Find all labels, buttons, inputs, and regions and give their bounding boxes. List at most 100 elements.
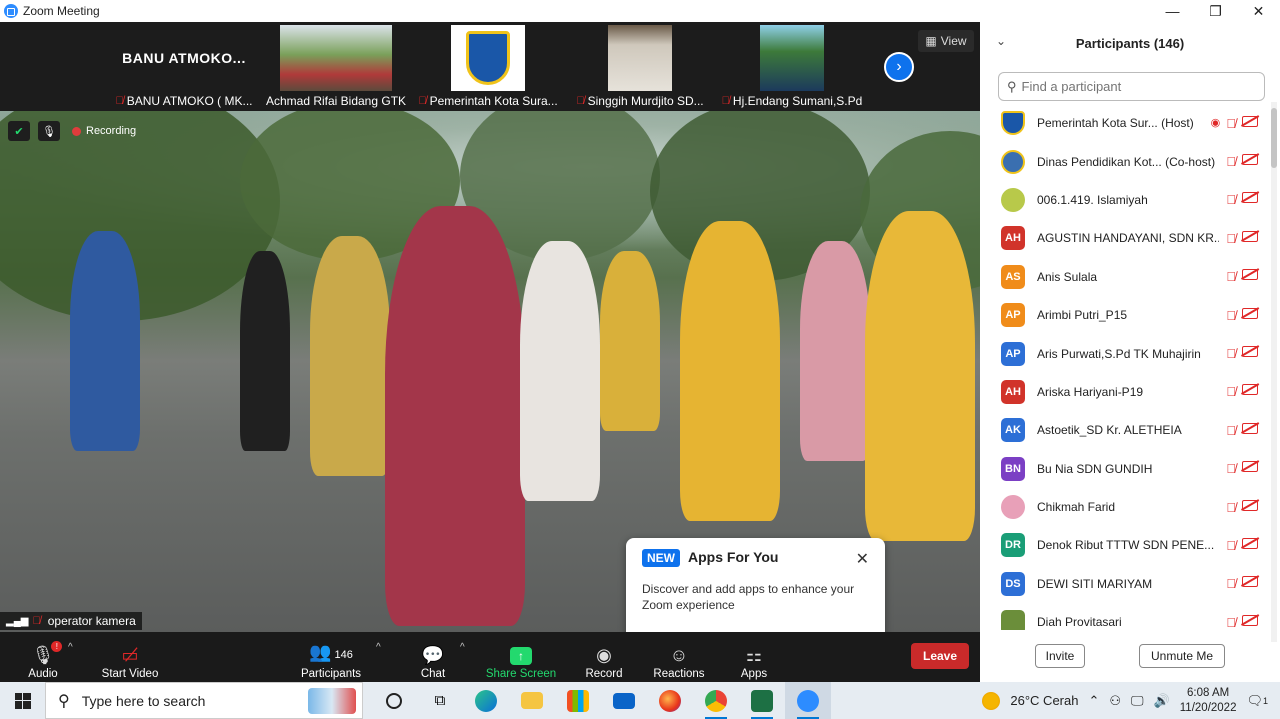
participant-name: Arimbi Putri_P15 <box>1037 308 1128 323</box>
participant-avatar: AH <box>1001 226 1025 251</box>
participants-button[interactable]: 👥 146 Participants <box>295 634 367 680</box>
audio-options-chevron-icon[interactable]: ^ <box>68 642 73 653</box>
participants-count: 146 <box>334 649 353 661</box>
edge-icon <box>475 689 497 712</box>
task-view-button[interactable]: ⧉ <box>417 682 463 719</box>
audio-button[interactable]: 🎙! Audio <box>7 634 79 680</box>
video-off-icon <box>1242 230 1258 242</box>
weather-text[interactable]: 26°C Cerah <box>1010 693 1078 708</box>
close-window-button[interactable]: ✕ <box>1237 0 1280 22</box>
video-off-icon <box>1242 461 1258 473</box>
participant-row[interactable]: BN Bu Nia SDN GUNDIH 🎙̸ <box>980 450 1270 488</box>
participant-name: Ariska Hariyani-P19 <box>1037 384 1144 399</box>
leave-button[interactable]: Leave <box>911 643 969 669</box>
video-off-icon: ▭̸ <box>121 645 139 665</box>
participant-row[interactable]: AK Astoetik_SD Kr. ALETHEIA 🎙̸ <box>980 411 1270 449</box>
taskbar-search[interactable]: ⚲ Type here to search <box>45 682 363 719</box>
share-screen-icon: ↑ <box>510 647 532 665</box>
video-stage: BANU ATMOKO... 🎙̸ BANU ATMOKO ( MK... Ach… <box>0 22 980 644</box>
chrome-app[interactable] <box>693 682 739 719</box>
chat-options-chevron-icon[interactable]: ^ <box>460 642 465 653</box>
close-popup-button[interactable]: ✕ <box>856 549 869 569</box>
participants-options-chevron-icon[interactable]: ^ <box>376 642 381 653</box>
participant-row[interactable]: AH AGUSTIN HANDAYANI, SDN KR... 🎙̸ <box>980 219 1270 257</box>
participant-row[interactable]: Dinas Pendidikan Kot... (Co-host) 🎙̸ <box>980 142 1270 180</box>
next-page-button[interactable]: › <box>884 52 914 82</box>
participants-icon: 👥 146 <box>309 642 353 662</box>
mic-muted-icon: 🎙̸ <box>721 95 730 107</box>
firefox-icon <box>659 689 681 712</box>
panel-title: Participants (146) <box>1075 35 1185 51</box>
tile-name: Singgih Murdjito SD... <box>587 94 704 108</box>
participant-name: Denok Ribut TTTW SDN PENE... <box>1037 538 1215 553</box>
participant-row[interactable]: AP Arimbi Putri_P15 🎙̸ <box>980 296 1270 334</box>
chat-button[interactable]: 💬 Chat <box>397 634 469 680</box>
start-video-button[interactable]: ▭̸ Start Video <box>94 634 166 680</box>
taskbar-clock[interactable]: 6:08 AM 11/20/2022 <box>1180 686 1237 716</box>
share-screen-button[interactable]: ↑ Share Screen <box>485 634 557 680</box>
video-tile[interactable]: Achmad Rifai Bidang GTK <box>262 24 410 110</box>
participant-name: AGUSTIN HANDAYANI, SDN KR... <box>1037 231 1219 246</box>
participant-row[interactable]: DR Denok Ribut TTTW SDN PENE... 🎙̸ <box>980 526 1270 564</box>
participant-row[interactable]: Chikmah Farid 🎙̸ <box>980 488 1270 526</box>
file-explorer-app[interactable] <box>509 682 555 719</box>
edge-app[interactable] <box>463 682 509 719</box>
mic-muted-icon: 🎙̸ <box>418 95 427 107</box>
participant-row[interactable]: AH Ariska Hariyani-P19 🎙̸ <box>980 373 1270 411</box>
participant-name: Diah Provitasari <box>1037 615 1122 630</box>
participant-row[interactable]: 006.1.419. Islamiyah 🎙̸ <box>980 181 1270 219</box>
video-off-icon <box>1242 384 1258 396</box>
new-badge: NEW <box>642 549 680 567</box>
invite-button[interactable]: Invite <box>1035 644 1085 668</box>
chevron-up-icon[interactable]: ⌃ <box>1088 693 1099 709</box>
volume-icon[interactable]: 🔊 <box>1154 693 1170 709</box>
participant-list-scrollbar[interactable] <box>1271 102 1277 642</box>
store-app[interactable] <box>555 682 601 719</box>
participant-name: Pemerintah Kota Sur... (Host) <box>1037 116 1194 131</box>
thumbnail-strip: BANU ATMOKO... 🎙̸ BANU ATMOKO ( MK... Ach… <box>0 22 980 111</box>
participant-avatar <box>1001 149 1025 174</box>
reactions-button[interactable]: ☺ Reactions <box>643 634 715 680</box>
video-tile[interactable]: BANU ATMOKO... 🎙̸ BANU ATMOKO ( MK... <box>110 24 258 110</box>
zoom-icon <box>797 689 819 712</box>
apps-button[interactable]: ⚏ Apps <box>718 634 790 680</box>
participant-video-thumbnail <box>608 25 672 91</box>
video-off-icon <box>1242 537 1258 549</box>
participant-name: Chikmah Farid <box>1037 500 1116 515</box>
recording-indicator[interactable]: Recording <box>72 125 136 137</box>
tile-name: BANU ATMOKO ( MK... <box>126 94 253 108</box>
start-button[interactable] <box>0 682 45 719</box>
apps-for-you-popup: NEW Apps For You ✕ Discover and add apps… <box>626 538 885 644</box>
participant-row[interactable]: AP Aris Purwati,S.Pd TK Muhajirin 🎙̸ <box>980 334 1270 372</box>
minimize-button[interactable]: — <box>1151 0 1194 22</box>
network-icon[interactable]: 🖵 <box>1131 693 1144 709</box>
participant-search-input[interactable] <box>1021 79 1242 94</box>
mail-app[interactable] <box>601 682 647 719</box>
weather-icon[interactable] <box>982 691 1001 710</box>
window-title: Zoom Meeting <box>23 4 100 18</box>
participant-row[interactable]: DS DEWI SITI MARIYAM 🎙̸ <box>980 565 1270 603</box>
unmute-me-button[interactable]: Unmute Me <box>1139 644 1225 668</box>
chat-icon: 💬 <box>421 645 445 665</box>
folder-icon <box>521 692 543 709</box>
shield-icon[interactable]: ✔ <box>8 121 30 141</box>
video-tile[interactable]: 🎙̸ Singgih Murdjito SD... <box>566 24 714 110</box>
view-button[interactable]: ▦ View <box>918 30 974 52</box>
participant-row[interactable]: Diah Provitasari 🎙̸ <box>980 603 1270 630</box>
clock-date: 11/20/2022 <box>1179 701 1237 714</box>
maximize-button[interactable]: ❐ <box>1194 0 1237 22</box>
excel-app[interactable] <box>739 682 785 719</box>
record-button[interactable]: ◉ Record <box>568 634 640 680</box>
security-icon[interactable]: ⚇ <box>1109 693 1121 709</box>
participant-row[interactable]: Pemerintah Kota Sur... (Host) ◉ 🎙̸ <box>980 104 1270 142</box>
video-tile[interactable]: 🎙̸ Pemerintah Kota Sura... <box>414 24 562 110</box>
notification-center-button[interactable]: 🗨 1 <box>1246 693 1268 709</box>
firefox-app[interactable] <box>647 682 693 719</box>
zoom-app[interactable] <box>785 682 831 719</box>
microphone-icon[interactable]: 🎙 <box>38 121 60 141</box>
participant-search[interactable]: ⚲ <box>998 72 1265 101</box>
cortana-button[interactable] <box>371 682 417 719</box>
city-emblem-thumbnail <box>451 25 525 91</box>
participant-row[interactable]: AS Anis Sulala 🎙̸ <box>980 258 1270 296</box>
video-tile[interactable]: 🎙̸ Hj.Endang Sumani,S.Pd <box>718 24 866 110</box>
